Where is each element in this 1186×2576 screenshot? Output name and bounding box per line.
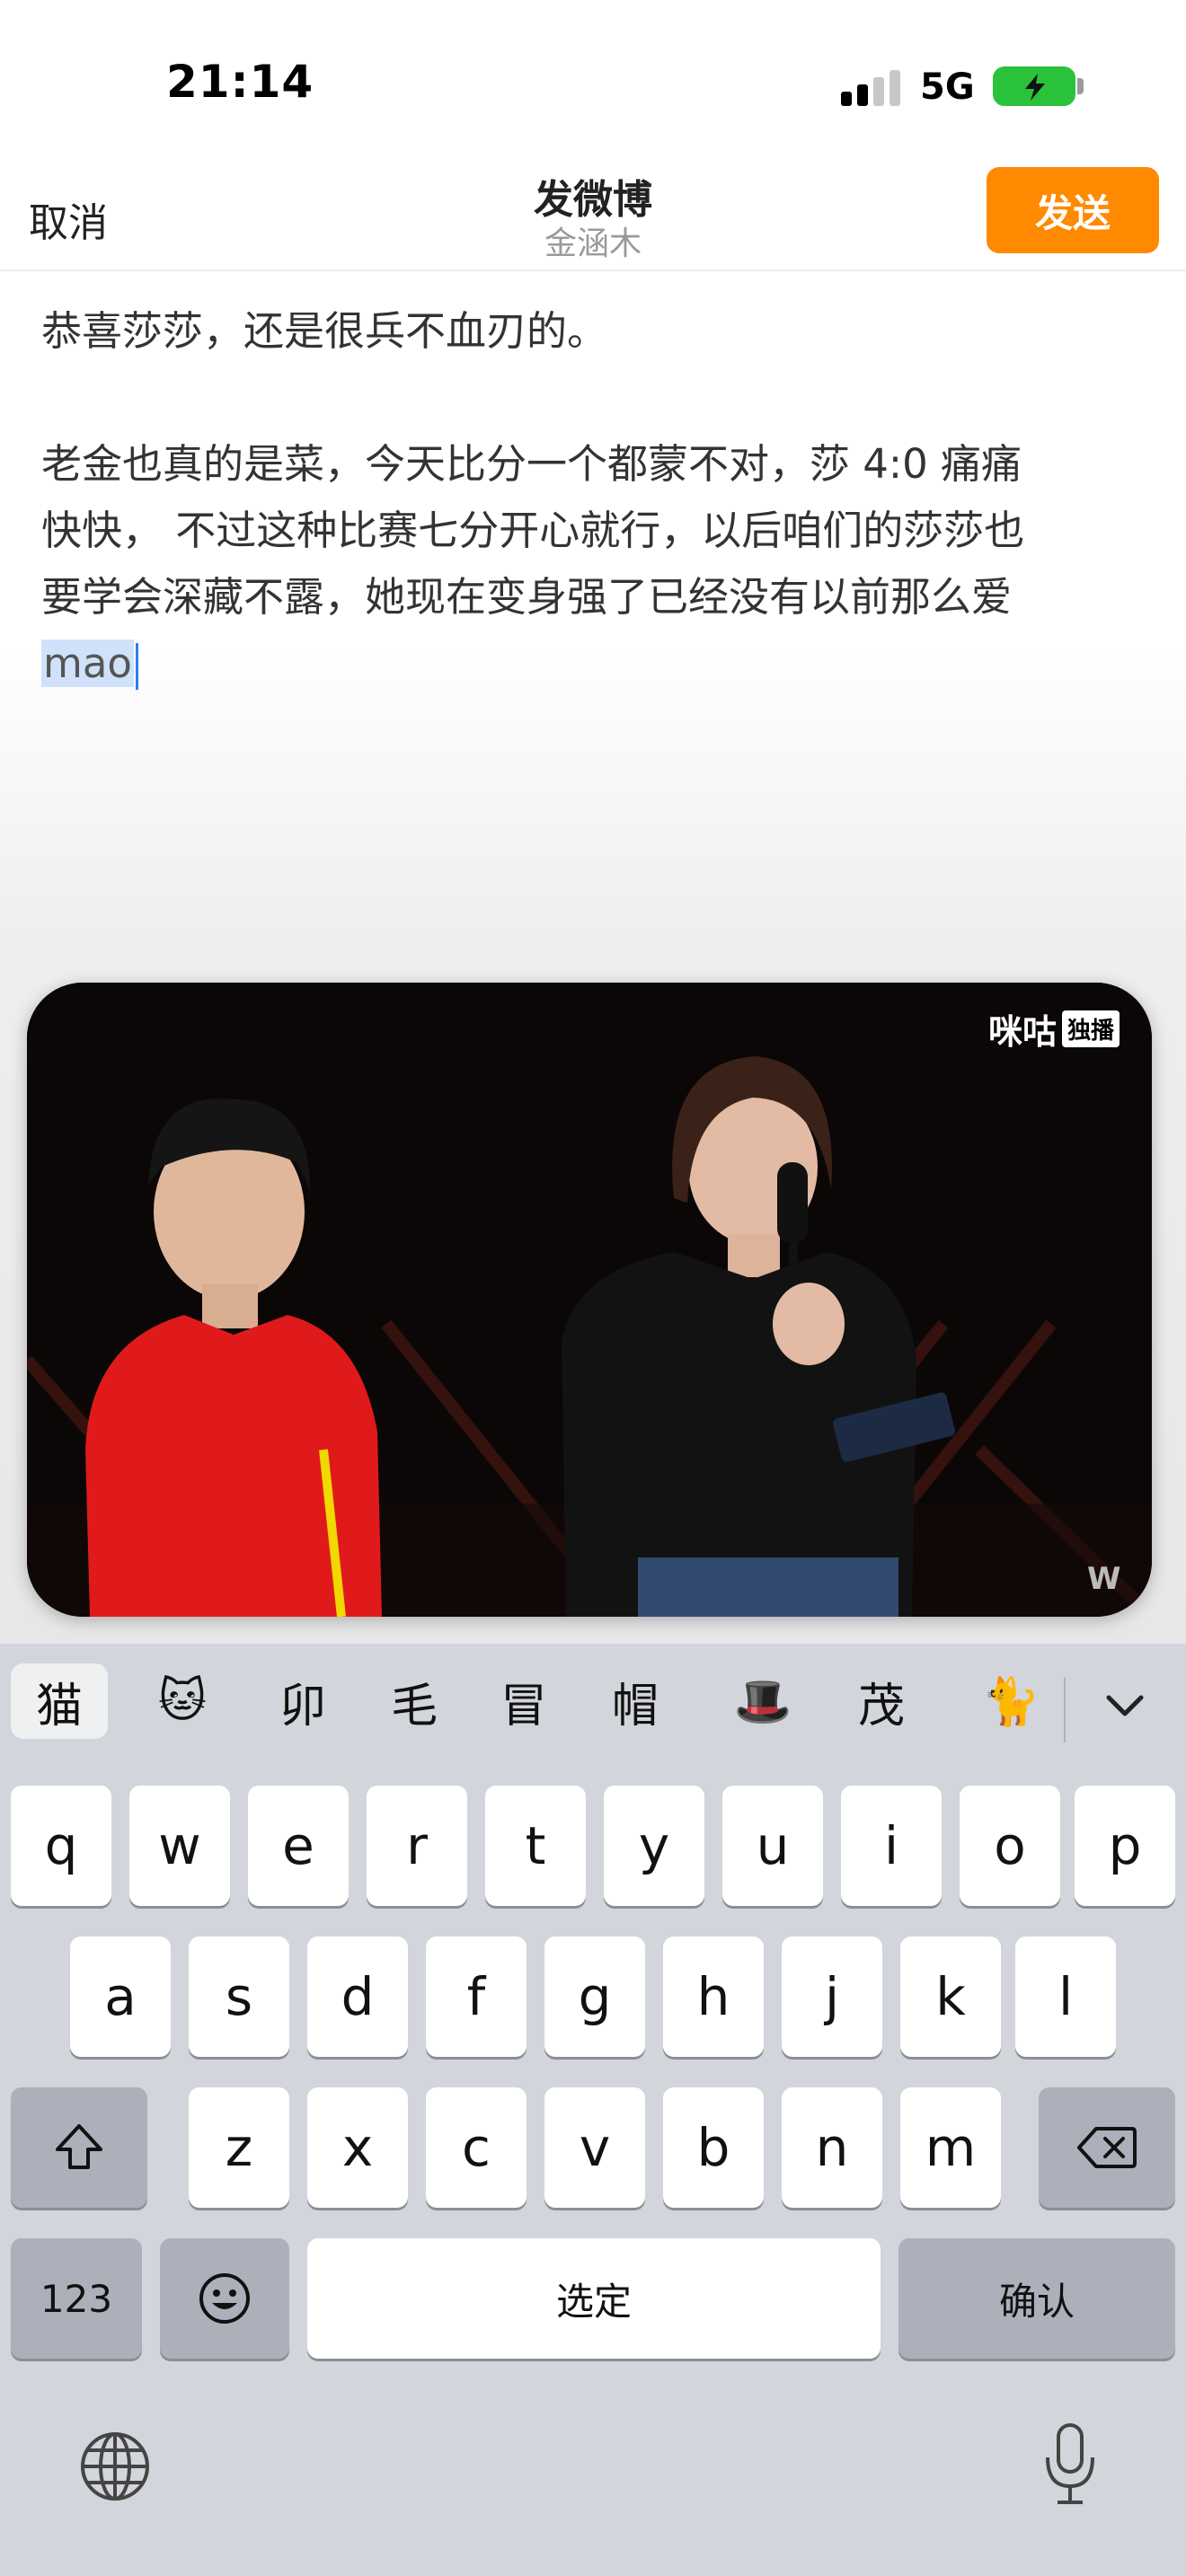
network-label: 5G <box>920 66 975 108</box>
send-button[interactable]: 发送 <box>987 167 1159 253</box>
key-w[interactable]: w <box>129 1786 230 1906</box>
key-j[interactable]: j <box>782 1936 882 2057</box>
svg-text:W: W <box>1087 1561 1121 1597</box>
compose-screen: 21:14 5G 取消 发微博 金涵木 发送 恭喜莎莎，还是很兵不血刃的。 老金… <box>0 0 1186 2576</box>
key-k[interactable]: k <box>900 1936 1001 2057</box>
key-o[interactable]: o <box>960 1786 1060 1906</box>
key-n[interactable]: n <box>782 2087 882 2208</box>
candidate[interactable]: 冒 <box>474 1663 573 1739</box>
key-h[interactable]: h <box>663 1936 764 2057</box>
delete-key[interactable] <box>1039 2087 1175 2208</box>
key-d[interactable]: d <box>307 1936 408 2057</box>
shift-icon <box>56 2124 102 2169</box>
key-q[interactable]: q <box>11 1786 111 1906</box>
candidate-bar: 猫 🐱 卯 毛 冒 帽 🎩 茂 🐈 <box>0 1644 1186 1755</box>
key-p[interactable]: p <box>1075 1786 1175 1906</box>
key-s[interactable]: s <box>189 1936 289 2057</box>
emoji-icon <box>199 2273 250 2324</box>
candidate[interactable]: 🐱 <box>133 1663 232 1739</box>
key-i[interactable]: i <box>841 1786 942 1906</box>
post-line: 要学会深藏不露，她现在变身强了已经没有以前那么爱 <box>41 573 1013 621</box>
delete-icon <box>1077 2127 1137 2168</box>
key-c[interactable]: c <box>426 2087 527 2208</box>
nav-divider <box>0 269 1186 271</box>
post-text-editor[interactable]: 恭喜莎莎，还是很兵不血刃的。 老金也真的是菜，今天比分一个都蒙不对，莎 4:0 … <box>41 298 1155 697</box>
keyboard: 猫 🐱 卯 毛 冒 帽 🎩 茂 🐈 q w e r t y u i o p a … <box>0 1644 1186 2576</box>
key-z[interactable]: z <box>189 2087 289 2208</box>
video-pip-player[interactable]: W 咪咕 独播 <box>27 983 1152 1617</box>
candidate-divider <box>1064 1678 1066 1742</box>
post-line: 恭喜莎莎，还是很兵不血刃的。 <box>41 307 608 355</box>
candidate[interactable]: 卯 <box>253 1663 352 1739</box>
candidate[interactable]: 帽 <box>586 1663 685 1739</box>
key-g[interactable]: g <box>544 1936 645 2057</box>
candidate[interactable]: 🐈 <box>961 1663 1060 1739</box>
status-time: 21:14 <box>166 56 314 108</box>
candidate[interactable]: 🎩 <box>713 1663 812 1739</box>
candidate[interactable]: 猫 <box>11 1663 108 1739</box>
post-line: 老金也真的是菜，今天比分一个都蒙不对，莎 4:0 痛痛 <box>41 440 1022 488</box>
battery-nub <box>1077 78 1084 94</box>
space-key[interactable]: 选定 <box>307 2238 881 2359</box>
signal-icon <box>841 70 900 106</box>
key-l[interactable]: l <box>1015 1936 1116 2057</box>
candidate[interactable]: 毛 <box>365 1663 464 1739</box>
video-brand-logo: 咪咕 独播 <box>988 1004 1120 1054</box>
key-m[interactable]: m <box>900 2087 1001 2208</box>
chevron-down-icon[interactable] <box>1102 1683 1148 1730</box>
key-b[interactable]: b <box>663 2087 764 2208</box>
video-brand: 咪咕 <box>987 1012 1057 1052</box>
key-t[interactable]: t <box>485 1786 586 1906</box>
key-x[interactable]: x <box>307 2087 408 2208</box>
microphone-icon[interactable] <box>1042 2422 1098 2508</box>
video-frame: W <box>27 983 1152 1617</box>
post-line: 快快， 不过这种比赛七分开心就行，以后咱们的莎莎也 <box>41 507 1025 554</box>
globe-icon[interactable] <box>77 2429 153 2504</box>
key-a[interactable]: a <box>70 1936 171 2057</box>
text-caret <box>135 643 138 690</box>
key-v[interactable]: v <box>544 2087 645 2208</box>
key-f[interactable]: f <box>426 1936 527 2057</box>
shift-key[interactable] <box>11 2087 147 2208</box>
emoji-key[interactable] <box>160 2238 289 2359</box>
key-r[interactable]: r <box>367 1786 467 1906</box>
numbers-key[interactable]: 123 <box>11 2238 142 2359</box>
composing-text: mao <box>41 640 134 687</box>
return-key[interactable]: 确认 <box>898 2238 1175 2359</box>
battery-charging-icon <box>993 66 1075 106</box>
key-e[interactable]: e <box>248 1786 349 1906</box>
video-brand-tag: 独播 <box>1061 1010 1120 1047</box>
candidate[interactable]: 茂 <box>832 1663 931 1739</box>
key-u[interactable]: u <box>722 1786 823 1906</box>
key-y[interactable]: y <box>604 1786 704 1906</box>
